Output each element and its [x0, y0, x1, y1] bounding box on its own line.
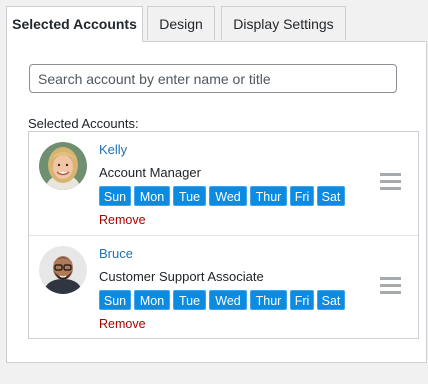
day-toggle-wed[interactable]: Wed — [209, 186, 247, 206]
drag-handle-icon[interactable] — [380, 277, 401, 294]
search-input[interactable] — [29, 64, 397, 93]
day-toggle-tue[interactable]: Tue — [173, 186, 206, 206]
account-row: Kelly Account Manager Sun Mon Tue Wed Th… — [29, 132, 418, 235]
remove-link[interactable]: Remove — [99, 317, 146, 331]
day-toggle-mon[interactable]: Mon — [134, 186, 170, 206]
drag-handle-icon[interactable] — [380, 173, 401, 190]
tab-bar: Selected Accounts Design Display Setting… — [0, 0, 428, 42]
account-row: Bruce Customer Support Associate Sun Mon… — [29, 235, 418, 339]
day-toggle-fri[interactable]: Fri — [290, 290, 314, 310]
account-title: Account Manager — [99, 165, 201, 180]
day-toggle-tue[interactable]: Tue — [173, 290, 206, 310]
day-toggle-thur[interactable]: Thur — [250, 186, 287, 206]
day-toggle-wed[interactable]: Wed — [209, 290, 247, 310]
account-title: Customer Support Associate — [99, 269, 264, 284]
avatar — [39, 142, 87, 190]
day-toggle-thur[interactable]: Thur — [250, 290, 287, 310]
selected-accounts-label: Selected Accounts: — [28, 116, 139, 131]
day-toggle-mon[interactable]: Mon — [134, 290, 170, 310]
tab-panel: Selected Accounts: Kelly Account Manager — [6, 41, 427, 363]
remove-link[interactable]: Remove — [99, 213, 146, 227]
day-toggle-fri[interactable]: Fri — [290, 186, 314, 206]
account-name[interactable]: Bruce — [99, 246, 133, 261]
selected-accounts-list: Kelly Account Manager Sun Mon Tue Wed Th… — [28, 131, 419, 339]
tab-selected-accounts[interactable]: Selected Accounts — [6, 6, 143, 42]
avatar — [39, 246, 87, 294]
tab-design[interactable]: Design — [147, 6, 215, 40]
day-toggle-sat[interactable]: Sat — [317, 290, 345, 310]
day-toggle-sun[interactable]: Sun — [99, 290, 131, 310]
day-toggle-sat[interactable]: Sat — [317, 186, 345, 206]
account-name[interactable]: Kelly — [99, 142, 127, 157]
day-toggle-sun[interactable]: Sun — [99, 186, 131, 206]
tab-display-settings[interactable]: Display Settings — [221, 6, 346, 40]
